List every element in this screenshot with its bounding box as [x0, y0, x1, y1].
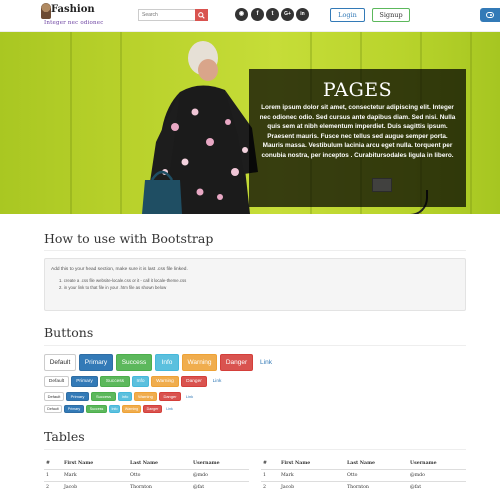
table-header-row: # First Name Last Name Username: [261, 458, 466, 470]
rss-icon[interactable]: ◉: [235, 8, 248, 21]
table-row: 2 Jacob Thornton @fat: [261, 480, 466, 493]
table-cell: @mdo: [408, 468, 466, 481]
table-row: 1 Mark Otto @mdo: [261, 468, 466, 481]
col-header: Username: [408, 458, 466, 470]
logo-brand: Fashion: [51, 4, 95, 15]
hero-text: Lorem ipsum dolor sit amet, consectetur …: [259, 104, 456, 159]
default-button-lg[interactable]: Default: [44, 354, 76, 371]
success-button-md[interactable]: Success: [100, 376, 130, 387]
primary-button-sm[interactable]: Primary: [66, 392, 89, 401]
table-cell: 2: [44, 480, 62, 493]
divider: [44, 250, 466, 251]
warning-button-lg[interactable]: Warning: [182, 354, 217, 371]
divider: [44, 449, 466, 450]
top-header: Fashion Integer nec odionec ◉ f t G+ in …: [0, 0, 500, 32]
success-button-lg[interactable]: Success: [116, 354, 152, 371]
primary-button-lg[interactable]: Primary: [79, 354, 113, 371]
danger-button-sm[interactable]: Danger: [159, 392, 181, 401]
logo-tagline: Integer nec odionec: [44, 20, 104, 26]
hero-caption: PAGES Lorem ipsum dolor sit amet, consec…: [249, 69, 466, 207]
toggle-icon: [486, 12, 494, 18]
col-header: First Name: [62, 458, 128, 470]
logo-mark-icon: [41, 3, 51, 19]
info-button-lg[interactable]: Info: [155, 354, 179, 371]
search-input[interactable]: [138, 9, 196, 21]
link-button-md[interactable]: Link: [209, 376, 225, 387]
table-cell: @fat: [191, 480, 249, 493]
col-header: Username: [191, 458, 249, 470]
section-title-bootstrap: How to use with Bootstrap: [44, 231, 214, 246]
twitter-icon[interactable]: t: [266, 8, 279, 21]
search-button[interactable]: [195, 9, 208, 21]
success-button-xs[interactable]: Success: [86, 405, 107, 413]
facebook-icon[interactable]: f: [251, 8, 264, 21]
table-cell: @fat: [408, 480, 466, 493]
data-table-left: # First Name Last Name Username 1 Mark O…: [44, 458, 249, 493]
login-button[interactable]: Login: [330, 8, 365, 22]
info-button-xs[interactable]: Info: [109, 405, 120, 413]
danger-button-md[interactable]: Danger: [181, 376, 207, 387]
divider: [44, 345, 466, 346]
primary-button-xs[interactable]: Primary: [64, 405, 84, 413]
table-header-row: # First Name Last Name Username: [44, 458, 249, 470]
link-button-xs[interactable]: Link: [164, 405, 175, 413]
table-row: 1 Mark Otto @mdo: [44, 468, 249, 481]
instruction-step: 1. create a .css file website-locale.css…: [59, 278, 187, 283]
search-icon: [198, 12, 205, 19]
col-header: #: [44, 458, 62, 470]
warning-button-md[interactable]: Warning: [151, 376, 179, 387]
table-cell: 1: [261, 468, 279, 481]
section-title-buttons: Buttons: [44, 325, 94, 340]
default-button-sm[interactable]: Default: [44, 392, 64, 401]
table-cell: Otto: [345, 468, 408, 481]
table-cell: 1: [44, 468, 62, 481]
table-cell: 2: [261, 480, 279, 493]
google-plus-icon[interactable]: G+: [281, 8, 294, 21]
col-header: Last Name: [345, 458, 408, 470]
col-header: Last Name: [128, 458, 191, 470]
search-form: [138, 9, 210, 21]
danger-button-lg[interactable]: Danger: [220, 354, 253, 371]
hero-title: PAGES: [322, 79, 393, 101]
instructions-box: Add this to your head section, make sure…: [44, 258, 466, 311]
instruction-step: 2. in your link to that file in your .ht…: [59, 285, 167, 290]
default-button-md[interactable]: Default: [44, 376, 69, 387]
hero-banner: PAGES Lorem ipsum dolor sit amet, consec…: [0, 32, 500, 214]
info-button-sm[interactable]: Info: [118, 392, 132, 401]
table-cell: Thornton: [128, 480, 191, 493]
link-button-lg[interactable]: Link: [256, 354, 276, 371]
site-logo[interactable]: Fashion Integer nec odionec: [38, 3, 103, 31]
warning-button-xs[interactable]: Warning: [122, 405, 141, 413]
linkedin-icon[interactable]: in: [296, 8, 309, 21]
default-button-xs[interactable]: Default: [44, 405, 62, 413]
info-button-md[interactable]: Info: [132, 376, 149, 387]
success-button-sm[interactable]: Success: [91, 392, 116, 401]
link-button-sm[interactable]: Link: [183, 392, 196, 401]
table-row: 2 Jacob Thornton @fat: [44, 480, 249, 493]
col-header: #: [261, 458, 279, 470]
table-cell: Mark: [62, 468, 128, 481]
signup-button[interactable]: Signup: [372, 8, 410, 22]
table-cell: @mdo: [191, 468, 249, 481]
section-title-tables: Tables: [44, 429, 85, 444]
table-cell: Thornton: [345, 480, 408, 493]
theme-toggle-button[interactable]: [480, 8, 500, 22]
instructions-intro: Add this to your head section, make sure…: [51, 267, 188, 272]
table-cell: Jacob: [279, 480, 345, 493]
warning-button-sm[interactable]: Warning: [134, 392, 157, 401]
primary-button-md[interactable]: Primary: [71, 376, 98, 387]
col-header: First Name: [279, 458, 345, 470]
table-cell: Otto: [128, 468, 191, 481]
table-cell: Jacob: [62, 480, 128, 493]
danger-button-xs[interactable]: Danger: [143, 405, 162, 413]
data-table-right: # First Name Last Name Username 1 Mark O…: [261, 458, 466, 493]
table-cell: Mark: [279, 468, 345, 481]
